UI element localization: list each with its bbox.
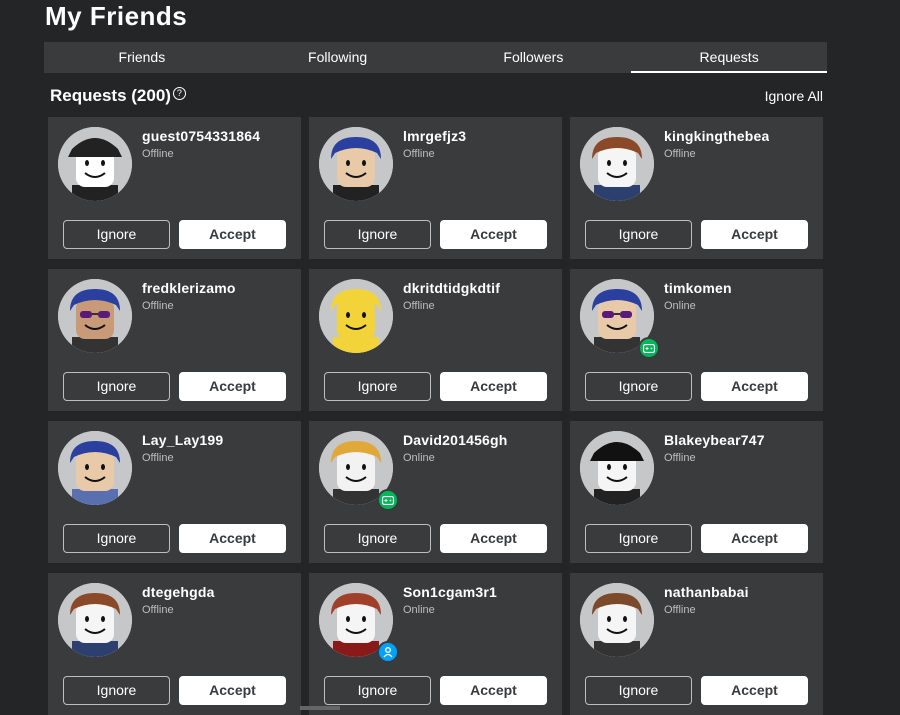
username[interactable]: Blakeybear747 xyxy=(664,432,765,448)
avatar[interactable] xyxy=(580,127,654,201)
username[interactable]: timkomen xyxy=(664,280,732,296)
ignore-button[interactable]: Ignore xyxy=(324,524,431,553)
in-game-badge-icon xyxy=(377,489,399,511)
friend-request-card: dkritdtidgkdtif Offline Ignore Accept xyxy=(309,269,562,411)
avatar[interactable] xyxy=(580,431,654,505)
ignore-button[interactable]: Ignore xyxy=(585,676,692,705)
presence-status: Offline xyxy=(664,604,696,616)
presence-status: Offline xyxy=(664,452,696,464)
username[interactable]: guest0754331864 xyxy=(142,128,260,144)
avatar[interactable] xyxy=(580,583,654,657)
avatar[interactable] xyxy=(319,279,393,353)
in-game-badge-icon xyxy=(638,337,660,359)
ignore-button[interactable]: Ignore xyxy=(585,372,692,401)
username[interactable]: David201456gh xyxy=(403,432,508,448)
friend-request-card: dtegehgda Offline Ignore Accept xyxy=(48,573,301,715)
tab-requests[interactable]: Requests xyxy=(631,42,827,73)
ignore-button[interactable]: Ignore xyxy=(63,372,170,401)
presence-status: Offline xyxy=(664,148,696,160)
avatar[interactable] xyxy=(58,583,132,657)
accept-button[interactable]: Accept xyxy=(701,220,808,249)
accept-button[interactable]: Accept xyxy=(179,676,286,705)
avatar[interactable] xyxy=(58,127,132,201)
requests-header: Requests (200) ? xyxy=(50,86,186,106)
ignore-button[interactable]: Ignore xyxy=(63,676,170,705)
friend-request-card: Son1cgam3r1 Online Ignore Accept xyxy=(309,573,562,715)
username[interactable]: lmrgefjz3 xyxy=(403,128,466,144)
page-title: My Friends xyxy=(45,1,188,31)
username[interactable]: fredklerizamo xyxy=(142,280,236,296)
friend-request-card: David201456gh Online Ignore Accept xyxy=(309,421,562,563)
presence-status: Offline xyxy=(142,604,174,616)
accept-button[interactable]: Accept xyxy=(701,676,808,705)
presence-status: Online xyxy=(403,604,435,616)
ignore-button[interactable]: Ignore xyxy=(63,524,170,553)
presence-status: Offline xyxy=(403,300,435,312)
ignore-button[interactable]: Ignore xyxy=(585,220,692,249)
avatar[interactable] xyxy=(58,279,132,353)
accept-button[interactable]: Accept xyxy=(440,372,547,401)
online-badge-icon xyxy=(377,641,399,663)
avatar[interactable] xyxy=(319,127,393,201)
ignore-button[interactable]: Ignore xyxy=(585,524,692,553)
presence-status: Offline xyxy=(142,148,174,160)
username[interactable]: Son1cgam3r1 xyxy=(403,584,497,600)
requests-title: Requests (200) xyxy=(50,86,171,105)
friend-request-card: Lay_Lay199 Offline Ignore Accept xyxy=(48,421,301,563)
presence-status: Online xyxy=(664,300,696,312)
friend-request-card: fredklerizamo Offline Ignore Accept xyxy=(48,269,301,411)
ignore-button[interactable]: Ignore xyxy=(324,372,431,401)
friend-request-card: guest0754331864 Offline Ignore Accept xyxy=(48,117,301,259)
accept-button[interactable]: Accept xyxy=(179,220,286,249)
tab-following[interactable]: Following xyxy=(240,42,436,73)
accept-button[interactable]: Accept xyxy=(440,220,547,249)
help-icon[interactable]: ? xyxy=(172,87,186,100)
tab-followers[interactable]: Followers xyxy=(436,42,632,73)
accept-button[interactable]: Accept xyxy=(179,524,286,553)
friend-request-card: kingkingthebea Offline Ignore Accept xyxy=(570,117,823,259)
ignore-button[interactable]: Ignore xyxy=(324,220,431,249)
accept-button[interactable]: Accept xyxy=(701,372,808,401)
accept-button[interactable]: Accept xyxy=(440,524,547,553)
avatar[interactable] xyxy=(58,431,132,505)
presence-status: Offline xyxy=(142,300,174,312)
friend-request-card: Blakeybear747 Offline Ignore Accept xyxy=(570,421,823,563)
accept-button[interactable]: Accept xyxy=(701,524,808,553)
presence-status: Offline xyxy=(403,148,435,160)
ignore-button[interactable]: Ignore xyxy=(63,220,170,249)
presence-status: Offline xyxy=(142,452,174,464)
requests-grid: guest0754331864 Offline Ignore Accept lm… xyxy=(48,117,823,715)
accept-button[interactable]: Accept xyxy=(440,676,547,705)
friend-request-card: nathanbabai Offline Ignore Accept xyxy=(570,573,823,715)
friends-tabs: Friends Following Followers Requests xyxy=(44,42,827,73)
username[interactable]: kingkingthebea xyxy=(664,128,769,144)
ignore-button[interactable]: Ignore xyxy=(324,676,431,705)
username[interactable]: Lay_Lay199 xyxy=(142,432,223,448)
ignore-all-button[interactable]: Ignore All xyxy=(765,88,823,104)
username[interactable]: dtegehgda xyxy=(142,584,215,600)
accept-button[interactable]: Accept xyxy=(179,372,286,401)
horizontal-scrollbar[interactable] xyxy=(300,706,340,710)
username[interactable]: dkritdtidgkdtif xyxy=(403,280,500,296)
tab-friends[interactable]: Friends xyxy=(44,42,240,73)
friend-request-card: lmrgefjz3 Offline Ignore Accept xyxy=(309,117,562,259)
friend-request-card: timkomen Online Ignore Accept xyxy=(570,269,823,411)
username[interactable]: nathanbabai xyxy=(664,584,749,600)
presence-status: Online xyxy=(403,452,435,464)
